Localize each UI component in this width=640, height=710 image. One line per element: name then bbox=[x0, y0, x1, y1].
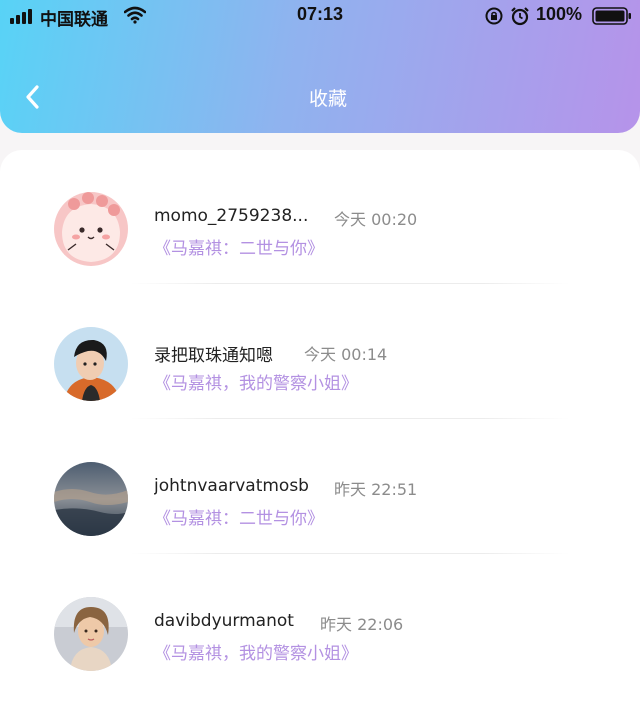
divider bbox=[130, 553, 570, 554]
divider bbox=[130, 283, 570, 284]
book-title[interactable]: 《马嘉祺，我的警察小姐》 bbox=[154, 369, 358, 394]
avatar[interactable] bbox=[54, 327, 128, 401]
list-item[interactable]: momo_2759238... 今天 00:20 《马嘉祺：二世与你》 bbox=[0, 150, 640, 284]
status-bar: 中国联通 07:13 100% bbox=[0, 0, 640, 32]
timestamp: 昨天 22:51 bbox=[334, 480, 418, 499]
avatar[interactable] bbox=[54, 597, 128, 671]
timestamp: 今天 00:20 bbox=[334, 210, 418, 229]
username[interactable]: momo_2759238... bbox=[154, 206, 308, 226]
list-item[interactable]: davibdyurmanot 昨天 22:06 《马嘉祺，我的警察小姐》 bbox=[0, 555, 640, 689]
book-title[interactable]: 《马嘉祺，我的警察小姐》 bbox=[154, 639, 358, 664]
username[interactable]: davibdyurmanot bbox=[154, 611, 294, 631]
avatar[interactable] bbox=[54, 192, 128, 266]
battery-icon bbox=[592, 7, 631, 25]
avatar[interactable] bbox=[54, 462, 128, 536]
rotation-lock-icon bbox=[485, 7, 503, 25]
username[interactable]: 录把取珠通知嗯 bbox=[154, 341, 273, 366]
timestamp: 今天 00:14 bbox=[304, 345, 388, 364]
battery-percent: 100% bbox=[536, 4, 583, 24]
book-title[interactable]: 《马嘉祺：二世与你》 bbox=[154, 504, 324, 529]
username[interactable]: johtnvaarvatmosb bbox=[154, 476, 309, 496]
page-title: 收藏 bbox=[308, 88, 347, 110]
list-item[interactable]: 录把取珠通知嗯 今天 00:14 《马嘉祺，我的警察小姐》 bbox=[0, 285, 640, 419]
timestamp: 昨天 22:06 bbox=[320, 615, 404, 634]
book-title[interactable]: 《马嘉祺：二世与你》 bbox=[154, 234, 324, 259]
alarm-icon bbox=[511, 7, 529, 26]
list-item[interactable]: johtnvaarvatmosb 昨天 22:51 《马嘉祺：二世与你》 bbox=[0, 420, 640, 554]
favorites-list: momo_2759238... 今天 00:20 《马嘉祺：二世与你》 录把取珠… bbox=[0, 150, 640, 710]
divider bbox=[130, 418, 570, 419]
header: 中国联通 07:13 100% 收藏 bbox=[0, 0, 640, 133]
